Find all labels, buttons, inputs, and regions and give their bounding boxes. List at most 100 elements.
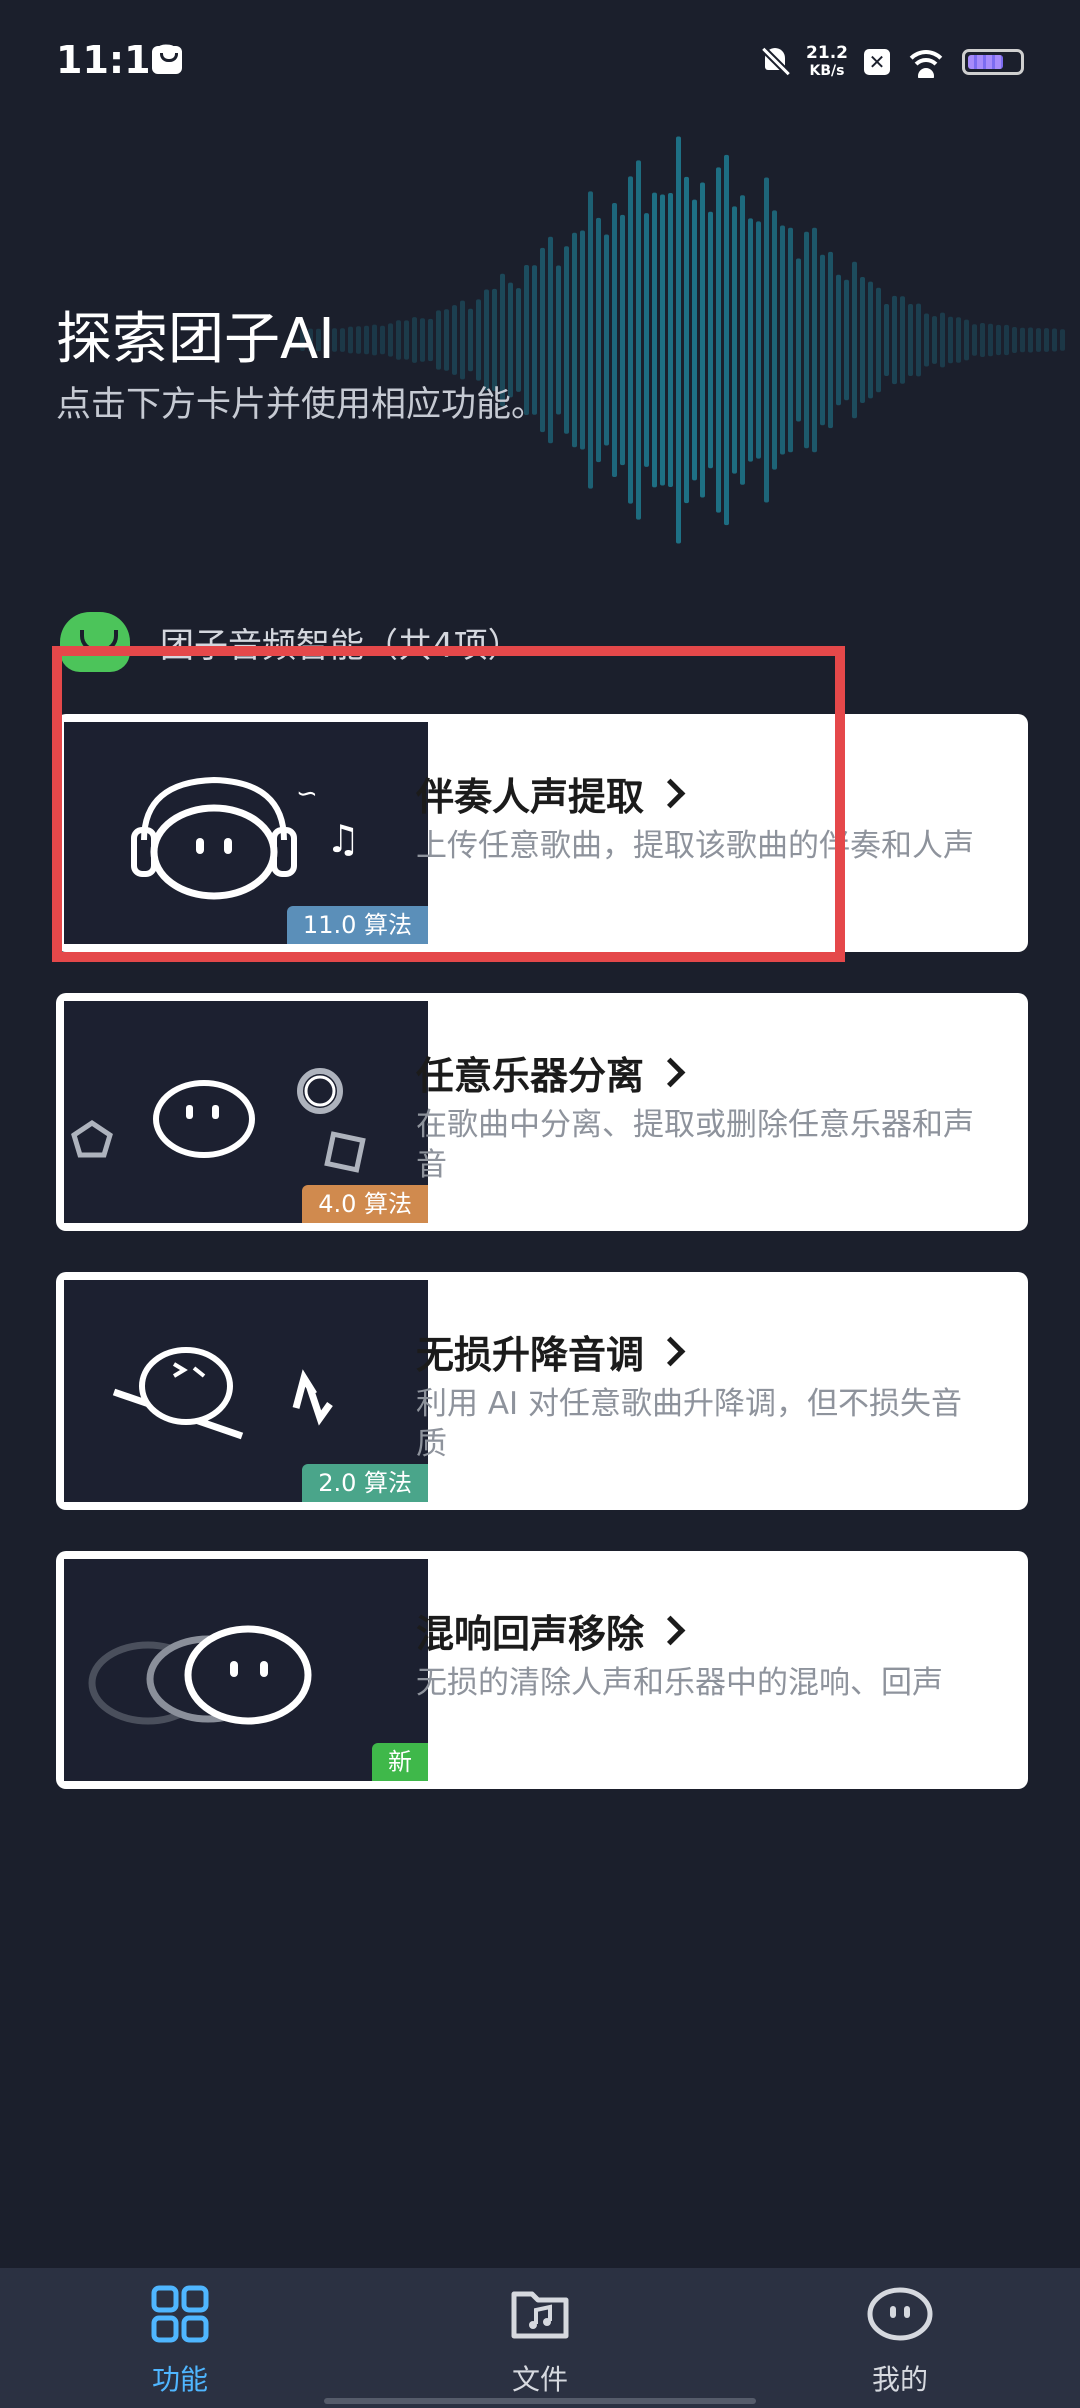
card-title: 无损升降音调 bbox=[416, 1324, 686, 1379]
wave-bar bbox=[932, 316, 937, 364]
wave-bar bbox=[676, 136, 681, 544]
wave-bar bbox=[852, 261, 857, 419]
music-folder-icon bbox=[511, 2291, 569, 2339]
card-title-text: 混响回声移除 bbox=[416, 1612, 645, 1656]
highlight-box bbox=[52, 646, 845, 962]
wave-bar bbox=[772, 210, 777, 470]
wave-bar bbox=[460, 300, 465, 380]
wave-bar bbox=[428, 318, 433, 362]
card-title: 任意乐器分离 bbox=[416, 1045, 686, 1100]
wave-bar bbox=[620, 214, 625, 466]
wave-bar bbox=[948, 316, 953, 364]
bottom-nav: 功能 文件 我的 bbox=[0, 2268, 1080, 2408]
wave-bar bbox=[452, 305, 457, 375]
wave-bar bbox=[700, 182, 705, 498]
wave-bar bbox=[556, 265, 561, 415]
wave-bar bbox=[380, 325, 385, 355]
wave-bar bbox=[364, 325, 369, 355]
wave-bar bbox=[572, 232, 577, 448]
wave-bar bbox=[828, 251, 833, 429]
wave-bar bbox=[868, 281, 873, 399]
status-icons: 21.2 KB/s ✕ bbox=[760, 40, 1024, 84]
wave-bar bbox=[476, 299, 481, 381]
tab-label: 我的 bbox=[871, 2363, 928, 2396]
feature-card-pitch-shift[interactable]: 2.0 算法 无损升降音调 利用 AI 对任意歌曲升降调，但不损失音质 bbox=[56, 1272, 1028, 1510]
card-thumbnail: 4.0 算法 bbox=[64, 1001, 428, 1223]
algorithm-badge: 4.0 算法 bbox=[302, 1185, 428, 1223]
wave-bar bbox=[972, 324, 977, 356]
network-speed: 21.2 KB/s bbox=[806, 44, 848, 80]
battery-level bbox=[968, 55, 1003, 69]
wave-bar bbox=[1020, 327, 1025, 353]
network-speed-unit: KB/s bbox=[809, 63, 845, 79]
wave-bar bbox=[668, 192, 673, 488]
wave-bar bbox=[964, 319, 969, 361]
feature-card-instrument-separation[interactable]: 4.0 算法 任意乐器分离 在歌曲中分离、提取或删除任意乐器和声音 bbox=[56, 993, 1028, 1231]
wave-bar bbox=[692, 199, 697, 481]
wave-bar bbox=[748, 218, 753, 462]
bell-muted-icon bbox=[760, 46, 790, 78]
card-title-text: 任意乐器分离 bbox=[416, 1054, 645, 1098]
wave-bar bbox=[412, 317, 417, 363]
wave-bar bbox=[812, 227, 817, 453]
wave-bar bbox=[764, 177, 769, 503]
wave-bar bbox=[1044, 328, 1049, 352]
wave-bar bbox=[1052, 328, 1057, 352]
wave-bar bbox=[756, 221, 761, 459]
wave-bar bbox=[716, 167, 721, 513]
wave-bar bbox=[580, 230, 585, 450]
wave-bar bbox=[548, 236, 553, 444]
wave-bar bbox=[348, 326, 353, 354]
status-bar: 11:16 21.2 KB/s ✕ bbox=[0, 0, 1080, 120]
wave-bar bbox=[1028, 327, 1033, 353]
page-title: 探索团子AI bbox=[56, 307, 335, 372]
feature-card-reverb-removal[interactable]: 新 混响回声移除 无损的清除人声和乐器中的混响、回声 bbox=[56, 1551, 1028, 1789]
wave-bar bbox=[340, 328, 345, 352]
wave-bar bbox=[356, 326, 361, 354]
network-speed-value: 21.2 bbox=[806, 43, 848, 63]
close-box-icon: ✕ bbox=[864, 49, 890, 75]
wave-bar bbox=[388, 323, 393, 357]
card-title: 混响回声移除 bbox=[416, 1603, 686, 1658]
wave-bar bbox=[884, 303, 889, 377]
wave-bar bbox=[1012, 327, 1017, 353]
wave-bar bbox=[628, 176, 633, 504]
tab-files[interactable]: 文件 bbox=[440, 2284, 640, 2398]
tab-profile[interactable]: 我的 bbox=[800, 2284, 1000, 2398]
wave-bar bbox=[612, 202, 617, 478]
wave-bar bbox=[908, 303, 913, 377]
wave-bar bbox=[636, 160, 641, 520]
wave-bar bbox=[1004, 324, 1009, 356]
wave-bar bbox=[820, 254, 825, 426]
page-subtitle: 点击下方卡片并使用相应功能。 bbox=[56, 385, 547, 425]
wave-bar bbox=[836, 274, 841, 406]
card-thumbnail: 新 bbox=[64, 1559, 428, 1781]
wave-bar bbox=[1060, 329, 1065, 351]
tab-label: 功能 bbox=[151, 2363, 208, 2396]
tab-features[interactable]: 功能 bbox=[80, 2284, 280, 2398]
card-description: 利用 AI 对任意歌曲升降调，但不损失音质 bbox=[416, 1386, 963, 1462]
algorithm-badge: 2.0 算法 bbox=[302, 1464, 428, 1502]
wave-bar bbox=[892, 295, 897, 385]
wave-bar bbox=[988, 323, 993, 357]
wave-bar bbox=[444, 309, 449, 371]
home-indicator[interactable] bbox=[324, 2398, 756, 2404]
wifi-icon bbox=[906, 46, 946, 78]
wave-bar bbox=[900, 296, 905, 384]
wave-bar bbox=[708, 211, 713, 469]
notification-icon bbox=[152, 46, 182, 74]
wave-bar bbox=[404, 320, 409, 360]
card-description: 在歌曲中分离、提取或删除任意乐器和声音 bbox=[416, 1107, 974, 1183]
card-description: 无损的清除人声和乐器中的混响、回声 bbox=[416, 1665, 943, 1701]
wave-bar bbox=[1036, 328, 1041, 352]
chevron-right-icon bbox=[655, 1057, 686, 1088]
wave-bar bbox=[468, 308, 473, 372]
wave-bar bbox=[604, 234, 609, 446]
mascot-face-icon bbox=[867, 2287, 933, 2341]
app-screen: 11:16 21.2 KB/s ✕ 探索团子AI 点击下方卡片并使用相应功能。 … bbox=[0, 0, 1080, 2408]
wave-bar bbox=[436, 310, 441, 370]
tab-label: 文件 bbox=[511, 2363, 568, 2396]
wave-bar bbox=[596, 217, 601, 463]
chevron-right-icon bbox=[655, 1336, 686, 1367]
sound-wave-graphic bbox=[300, 136, 1065, 544]
